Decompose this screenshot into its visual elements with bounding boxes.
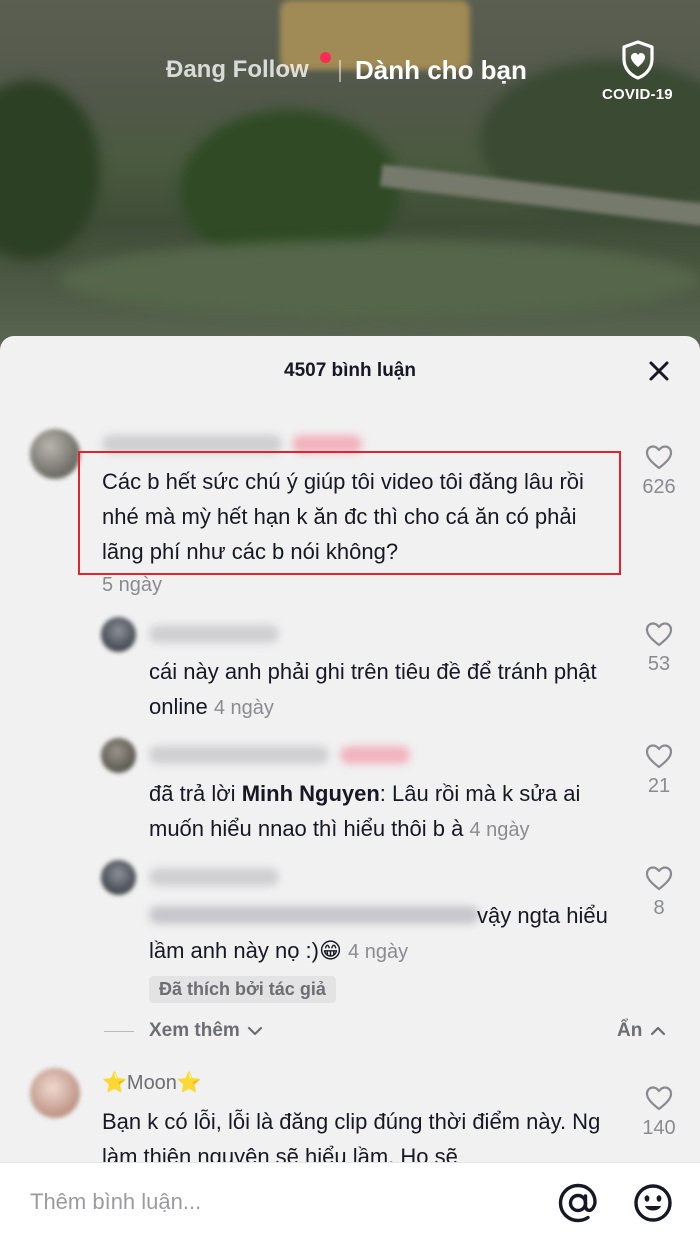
tree-shape bbox=[0, 80, 100, 260]
avatar[interactable] bbox=[30, 429, 80, 479]
reply-time: 4 ngày bbox=[348, 941, 409, 963]
comment-count-title: 4507 bình luận bbox=[284, 360, 416, 381]
reply-time: 4 ngày bbox=[213, 697, 274, 719]
liked-by-author-badge: Đã thích bởi tác giả bbox=[149, 976, 336, 1003]
covid-label[interactable]: COVID-19 bbox=[602, 86, 673, 103]
at-icon[interactable] bbox=[556, 1181, 600, 1225]
username-blurred bbox=[149, 746, 329, 764]
comment-input-bar: Thêm bình luận... bbox=[0, 1162, 700, 1244]
hide-replies-button[interactable]: Ẩn bbox=[617, 1020, 666, 1042]
reply-time: 4 ngày bbox=[469, 819, 530, 841]
water-shape bbox=[60, 240, 700, 320]
tab-following[interactable]: Đang Follow bbox=[166, 56, 309, 84]
emoji-icon[interactable] bbox=[633, 1183, 673, 1223]
chevron-up-icon bbox=[650, 1026, 665, 1036]
reply-text: vậy ngta hiểu lầm anh này nọ :)😁 4 ngày bbox=[149, 903, 608, 963]
heart-icon[interactable] bbox=[645, 743, 673, 769]
heart-icon[interactable] bbox=[645, 865, 673, 891]
author-tag-blurred bbox=[340, 746, 410, 764]
avatar[interactable] bbox=[101, 617, 136, 652]
tab-for-you[interactable]: Dành cho bạn bbox=[355, 55, 527, 86]
like-count: 140 bbox=[642, 1117, 676, 1139]
close-icon[interactable] bbox=[646, 358, 672, 384]
like-count: 21 bbox=[647, 775, 671, 797]
reply-text: cái này anh phải ghi trên tiêu đề để trá… bbox=[149, 659, 597, 719]
heart-icon[interactable] bbox=[645, 444, 673, 470]
video-background[interactable]: Đang Follow Dành cho bạn COVID-19 bbox=[0, 0, 700, 360]
heart-icon[interactable] bbox=[645, 1085, 673, 1111]
top-feed-tabs: Đang Follow Dành cho bạn COVID-19 bbox=[0, 40, 700, 103]
avatar[interactable] bbox=[30, 1068, 80, 1118]
see-more-replies-button[interactable]: Xem thêm bbox=[149, 1020, 263, 1042]
comment-input[interactable]: Thêm bình luận... bbox=[30, 1189, 201, 1215]
heart-icon[interactable] bbox=[645, 621, 673, 647]
username-blurred bbox=[149, 625, 279, 643]
comment-username[interactable]: ⭐Moon⭐ bbox=[102, 1066, 202, 1101]
reply-text: đã trả lời Minh Nguyen: Lâu rồi mà k sửa… bbox=[149, 781, 581, 841]
avatar[interactable] bbox=[101, 860, 136, 895]
thread-divider bbox=[104, 1031, 134, 1032]
tab-divider bbox=[339, 60, 341, 82]
notification-dot bbox=[320, 52, 331, 63]
highlight-box bbox=[78, 451, 621, 575]
like-count: 53 bbox=[647, 653, 671, 675]
mention-link[interactable]: Minh Nguyen bbox=[242, 781, 380, 806]
comments-sheet: 4507 bình luận Các b hết sức chú ý giúp … bbox=[0, 336, 700, 1244]
username-blurred bbox=[149, 868, 279, 886]
avatar[interactable] bbox=[101, 738, 136, 773]
like-count: 8 bbox=[653, 897, 665, 919]
chevron-down-icon bbox=[247, 1026, 263, 1036]
shield-heart-icon[interactable] bbox=[621, 40, 655, 80]
like-count: 626 bbox=[642, 476, 676, 498]
